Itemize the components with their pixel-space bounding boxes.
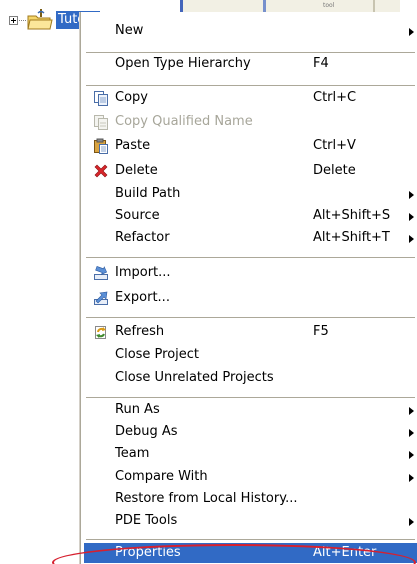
menu-item-label: Restore from Local History... <box>115 491 298 506</box>
menu-item-close-unrelated-projects[interactable]: Close Unrelated Projects <box>84 368 417 388</box>
menu-item-label: Import... <box>115 265 171 280</box>
submenu-arrow-icon <box>409 213 414 221</box>
menu-item-label: PDE Tools <box>115 513 178 528</box>
screenshot-stage: tool Tutorial New Open Type Hierarchy F4 <box>0 0 417 564</box>
menu-item-build-path[interactable]: Build Path <box>84 184 417 204</box>
menu-item-label: New <box>115 23 144 38</box>
editor-fragment-text: tool <box>323 2 335 9</box>
tree-connector-line <box>19 20 26 21</box>
copy-icon <box>94 91 108 106</box>
menu-item-label: Close Unrelated Projects <box>115 370 274 385</box>
menu-item-delete[interactable]: Delete Delete <box>84 161 417 181</box>
menu-item-run-as[interactable]: Run As <box>84 400 417 420</box>
menu-item-label: Properties <box>115 545 181 560</box>
menu-item-shortcut: Alt+Enter <box>313 545 377 560</box>
menu-item-shortcut: Ctrl+C <box>313 90 357 105</box>
submenu-arrow-icon <box>409 518 414 526</box>
paste-icon <box>94 138 108 154</box>
context-menu: New Open Type Hierarchy F4 Copy Ctrl+C C… <box>80 12 417 564</box>
copy-qualified-name-icon <box>94 115 108 130</box>
menu-item-close-project[interactable]: Close Project <box>84 345 417 365</box>
submenu-arrow-icon <box>409 451 414 459</box>
tree-expand-icon[interactable] <box>9 16 18 25</box>
menu-item-label: Close Project <box>115 347 200 362</box>
menu-item-shortcut: F5 <box>313 324 329 339</box>
menu-separator <box>86 397 415 398</box>
delete-icon <box>94 164 108 178</box>
menu-item-debug-as[interactable]: Debug As <box>84 422 417 442</box>
import-icon <box>94 266 108 280</box>
menu-item-shortcut: Ctrl+V <box>313 138 356 153</box>
menu-item-refresh[interactable]: Refresh F5 <box>84 322 417 342</box>
menu-separator <box>86 317 415 318</box>
menu-item-label: Source <box>115 208 160 223</box>
export-icon <box>94 291 108 305</box>
menu-item-compare-with[interactable]: Compare With <box>84 467 417 487</box>
menu-item-properties[interactable]: Properties Alt+Enter <box>84 543 417 563</box>
menu-item-label: Copy Qualified Name <box>115 114 253 129</box>
menu-item-refactor[interactable]: Refactor Alt+Shift+T <box>84 228 417 248</box>
menu-item-pde-tools[interactable]: PDE Tools <box>84 511 417 531</box>
menu-separator <box>86 539 415 540</box>
java-project-folder-icon <box>27 9 53 30</box>
menu-item-copy[interactable]: Copy Ctrl+C <box>84 88 417 108</box>
menu-item-label: Refactor <box>115 230 170 245</box>
menu-item-shortcut: Delete <box>313 163 356 178</box>
menu-item-label: Debug As <box>115 424 178 439</box>
menu-item-open-type-hierarchy[interactable]: Open Type Hierarchy F4 <box>84 54 417 74</box>
submenu-arrow-icon <box>409 474 414 482</box>
menu-separator <box>86 257 415 258</box>
menu-item-label: Team <box>115 446 150 461</box>
menu-item-label: Refresh <box>115 324 165 339</box>
menu-item-restore-from-local-history[interactable]: Restore from Local History... <box>84 489 417 509</box>
menu-item-shortcut: F4 <box>313 56 329 71</box>
submenu-arrow-icon <box>409 429 414 437</box>
menu-item-label: Compare With <box>115 469 208 484</box>
menu-item-label: Build Path <box>115 186 181 201</box>
menu-item-export[interactable]: Export... <box>84 288 417 308</box>
menu-item-team[interactable]: Team <box>84 444 417 464</box>
menu-item-label: Run As <box>115 402 160 417</box>
menu-item-new[interactable]: New <box>84 21 417 41</box>
menu-item-import[interactable]: Import... <box>84 263 417 283</box>
submenu-arrow-icon <box>409 407 414 415</box>
menu-item-shortcut: Alt+Shift+T <box>313 230 390 245</box>
menu-item-shortcut: Alt+Shift+S <box>313 208 391 223</box>
menu-item-paste[interactable]: Paste Ctrl+V <box>84 136 417 156</box>
menu-item-label: Open Type Hierarchy <box>115 56 251 71</box>
menu-item-label: Export... <box>115 290 170 305</box>
menu-item-label: Delete <box>115 163 158 178</box>
menu-item-label: Paste <box>115 138 151 153</box>
submenu-arrow-icon <box>409 191 414 199</box>
menu-item-source[interactable]: Source Alt+Shift+S <box>84 206 417 226</box>
menu-separator <box>86 85 415 86</box>
submenu-arrow-icon <box>409 235 414 243</box>
submenu-arrow-icon <box>409 28 414 36</box>
menu-item-copy-qualified-name: Copy Qualified Name <box>84 112 417 132</box>
refresh-icon <box>95 326 106 339</box>
menu-item-label: Copy <box>115 90 148 105</box>
menu-separator <box>86 52 415 53</box>
